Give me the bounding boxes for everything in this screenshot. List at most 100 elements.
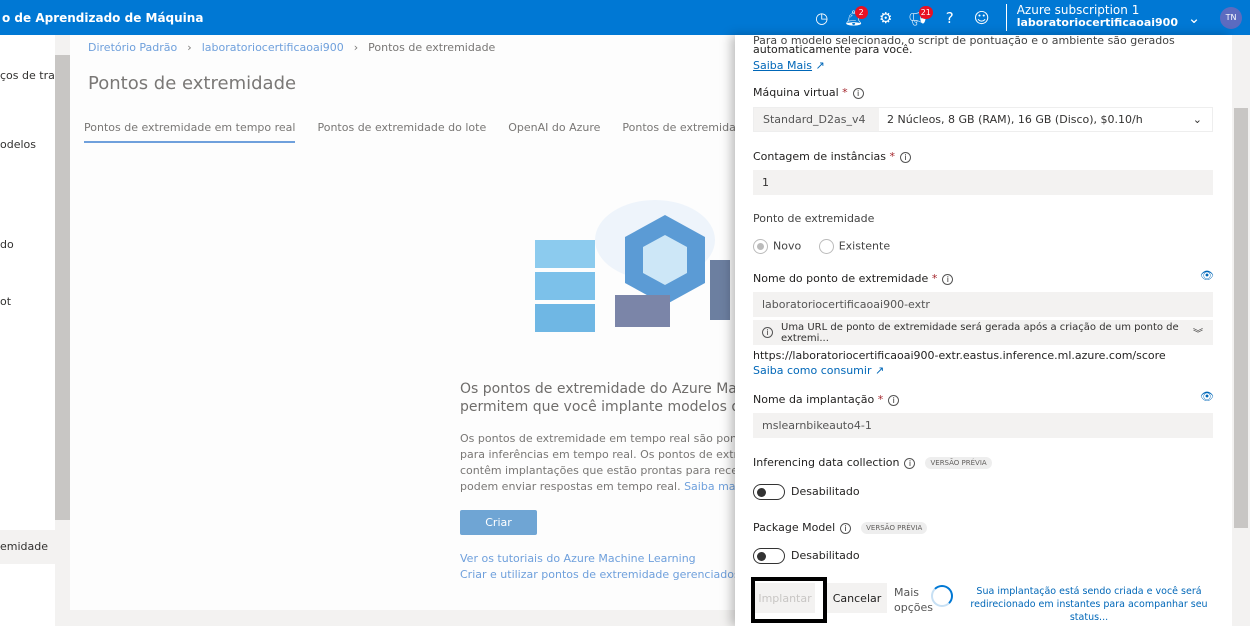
subscription-selector[interactable]: Azure subscription 1 laboratoriocertific… (1005, 3, 1178, 31)
more-options-line: Mais (894, 586, 920, 599)
sidebar: ços de trab odelos do ot emidade (0, 35, 55, 626)
package-model-state: Desabilitado (791, 549, 860, 562)
feedback-megaphone-icon[interactable]: 📢︎ 21 (902, 0, 934, 35)
vm-description: 2 Núcleos, 8 GB (RAM), 16 GB (Disco), $0… (887, 113, 1143, 126)
instances-input[interactable]: 1 (753, 170, 1213, 195)
avatar[interactable]: TN (1220, 6, 1242, 29)
app-title: o de Aprendizado de Máquina (2, 10, 204, 25)
history-icon[interactable]: ◷ (806, 0, 838, 35)
info-icon[interactable]: i (942, 273, 954, 285)
instances-label: Contagem de instâncias (753, 150, 887, 163)
deployment-name-label: Nome da implantação (753, 393, 875, 406)
idc-toggle[interactable] (753, 484, 785, 500)
sidebar-item[interactable]: do (0, 238, 14, 251)
help-icon[interactable]: ? (934, 0, 966, 35)
notifications-badge: 2 (854, 6, 868, 19)
heading-line: permitem que você implante modelos de ma (460, 399, 776, 415)
external-link-icon: ↗ (815, 59, 825, 72)
chevron-down-icon[interactable]: ⌄ (1178, 0, 1210, 35)
idc-label: Inferencing data collection (753, 456, 900, 469)
create-button[interactable]: Criar (460, 510, 537, 535)
breadcrumb-item[interactable]: Diretório Padrão (88, 41, 177, 54)
url-info-bar[interactable]: i Uma URL de ponto de extremidade será g… (753, 320, 1213, 345)
heading-line: Os pontos de extremidade do Azure Machin (460, 381, 767, 397)
package-model-toggle[interactable] (753, 548, 785, 564)
endpoint-url: https://laboratoriocertificaoai900-extr.… (753, 349, 1166, 362)
endpoint-label: Ponto de extremidade (753, 212, 875, 225)
radio-new[interactable] (753, 239, 768, 254)
cancel-button[interactable]: Cancelar (827, 583, 887, 613)
subscription-name: Azure subscription 1 (1016, 3, 1140, 17)
vm-size: Standard_D2as_v4 (754, 108, 879, 131)
main-content: Diretório Padrão › laboratoriocertificaoa… (70, 35, 776, 626)
consume-link[interactable]: Saiba como consumir (753, 364, 871, 377)
preview-badge: VERSÃO PRÉVIA (925, 457, 992, 469)
top-bar: o de Aprendizado de Máquina ◷ 🔔︎ 2 ⚙ 📢︎ 21… (0, 0, 1250, 35)
breadcrumb-item[interactable]: laboratoriocertificaoai900 (202, 41, 344, 54)
deployment-status: Sua implantação está sendo criada e você… (959, 585, 1219, 624)
info-icon[interactable]: i (888, 394, 900, 406)
radio-existing-label: Existente (838, 239, 891, 253)
desc-line: Os pontos de extremidade em tempo real s… (460, 432, 754, 445)
chevron-right-icon: › (353, 41, 359, 54)
url-info-text: Uma URL de ponto de extremidade será ger… (781, 321, 1179, 344)
sidebar-item[interactable]: ços de trab (0, 69, 55, 82)
deploy-button[interactable]: Implantar (755, 583, 815, 613)
info-icon: i (762, 327, 773, 338)
tabs: Pontos de extremidade em tempo real Pont… (84, 121, 776, 143)
main-horizontal-scrollbar[interactable] (70, 610, 735, 626)
panel-scroll-thumb[interactable] (1234, 108, 1248, 528)
chevron-double-down-icon: ︾ (1193, 329, 1203, 340)
learn-more-link[interactable]: Saiba Mais (753, 59, 812, 72)
endpoint-name-label: Nome do ponto de extremidade (753, 272, 929, 285)
eye-icon[interactable]: 👁︎ (1200, 269, 1214, 282)
tab-openai[interactable]: OpenAI do Azure (508, 121, 600, 143)
info-icon[interactable]: i (852, 87, 864, 99)
preview-badge: VERSÃO PRÉVIA (861, 522, 928, 534)
external-link-icon: ↗ (874, 364, 885, 377)
status-line: Sua implantação está sendo criada e você… (976, 586, 1202, 597)
desc-line: contêm implantações que estão prontas pa… (460, 464, 757, 477)
tab-realtime[interactable]: Pontos de extremidade em tempo real (84, 121, 296, 143)
sidebar-item-endpoints[interactable]: emidade (0, 530, 55, 564)
workspace-name: laboratoriocertificaoai900 (1016, 16, 1178, 29)
feedback-badge: 21 (918, 6, 933, 19)
endpoint-name-input[interactable]: laboratoriocertificaoai900-extr (753, 292, 1213, 317)
sidebar-scroll-thumb[interactable] (55, 55, 70, 520)
empty-state-description: Os pontos de extremidade em tempo real s… (460, 431, 758, 495)
smiley-icon[interactable]: ☺ (966, 0, 998, 35)
more-options-button[interactable]: Mais opções (894, 585, 933, 615)
breadcrumb-current: Pontos de extremidade (368, 41, 496, 54)
desc-line: para inferências em tempo real. Os ponto… (460, 448, 759, 461)
eye-icon[interactable]: 👁︎ (1200, 390, 1214, 403)
vm-label: Máquina virtual (753, 86, 839, 99)
sidebar-item[interactable]: ot (0, 295, 11, 308)
info-icon[interactable]: i (900, 151, 912, 163)
radio-new-label: Novo (773, 239, 802, 253)
chevron-down-icon: ⌄ (1192, 113, 1202, 126)
empty-state-heading: Os pontos de extremidade do Azure Machin… (460, 380, 776, 416)
deployment-name-input[interactable]: mslearnbikeauto4-1 (753, 413, 1213, 438)
desc-line: podem enviar respostas em tempo real. (460, 480, 681, 493)
tab-batch[interactable]: Pontos de extremidade do lote (317, 121, 486, 143)
status-line: redirecionado em instantes para acompanh… (970, 599, 1208, 623)
info-icon[interactable]: i (840, 522, 852, 534)
radio-existing[interactable] (818, 239, 834, 254)
info-icon[interactable]: i (904, 457, 916, 469)
loading-spinner-icon (931, 585, 953, 607)
package-model-label: Package Model (753, 521, 836, 534)
managed-endpoints-link[interactable]: Criar e utilizar pontos de extremidade g… (460, 567, 757, 583)
intro-text: automaticamente para você. (753, 43, 913, 56)
sidebar-item[interactable]: odelos (0, 138, 36, 151)
endpoints-illustration (535, 200, 730, 332)
notifications-icon[interactable]: 🔔︎ 2 (838, 0, 870, 35)
breadcrumb: Diretório Padrão › laboratoriocertificaoa… (88, 41, 495, 54)
tutorials-link[interactable]: Ver os tutoriais do Azure Machine Learni… (460, 551, 757, 567)
chevron-right-icon: › (187, 41, 192, 54)
vm-dropdown[interactable]: Standard_D2as_v4 2 Núcleos, 8 GB (RAM), … (753, 107, 1213, 132)
idc-state: Desabilitado (791, 485, 860, 498)
gear-icon[interactable]: ⚙ (870, 0, 902, 35)
more-options-line: opções (894, 601, 933, 614)
deploy-panel: Para o modelo selecionado, o script de p… (735, 34, 1232, 626)
page-title: Pontos de extremidade (88, 73, 297, 94)
